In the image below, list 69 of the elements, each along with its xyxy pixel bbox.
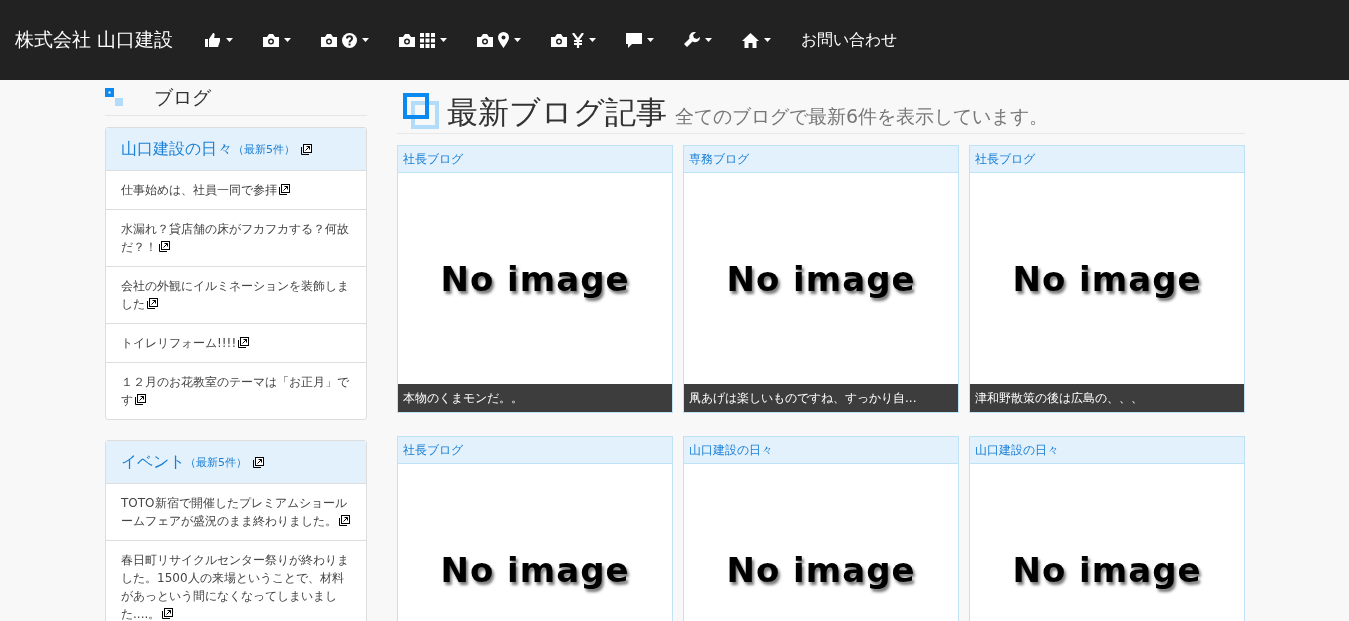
no-image-text: No image [726,258,916,299]
no-image-text: No image [726,549,916,590]
map-pin-icon [498,32,510,48]
post-card[interactable]: 社長ブログ No image 本物のくまモンだ。。 [397,145,673,413]
camera-icon [477,33,494,47]
camera-icon [321,33,338,47]
camera-icon [263,33,280,47]
camera-icon [399,33,416,47]
caret-icon [705,38,713,42]
blog-logo-icon [105,88,124,107]
no-image-text: No image [440,549,630,590]
question-icon [342,32,358,48]
post-caption: 津和野散策の後は広島の、、、 [970,384,1244,412]
external-link-icon [301,143,312,155]
brand-name[interactable]: 株式会社 山口建設 [15,27,174,53]
caret-icon [284,38,292,42]
category-label: 社長ブログ [398,437,672,464]
caret-icon [647,38,655,42]
post-count: （最新5件） [185,454,247,470]
nav-link[interactable]: お問い合わせ [786,15,913,65]
caret-icon [440,38,448,42]
page-subtitle: 全てのブログで最新6件を表示しています。 [675,104,1049,129]
post-link[interactable]: 春日町リサイクルセンター祭りが終わりました。1500人の来場ということで、材料があっという間になくなってしまいました....。 [106,541,366,621]
post-card[interactable]: 山口建設の日々 No image [969,436,1245,621]
post-card[interactable]: 山口建設の日々 No image [683,436,959,621]
camera-icon [551,33,568,47]
post-card[interactable]: 社長ブログ No image 津和野散策の後は広島の、、、 [969,145,1245,413]
post-link[interactable]: TOTO新宿で開催したプレミアムショールームフェアが盛況のまま終わりました。 [106,484,366,541]
caret-icon [362,38,370,42]
post-caption: 凧あげは楽しいものですね、すっかり自... [684,384,958,412]
post-link[interactable]: 水漏れ？貸店舗の床がフカフカする？何故だ？！ [106,210,366,267]
grid-icon [420,32,436,48]
category-label: 社長ブログ [970,146,1244,173]
category-label: 山口建設の日々 [684,437,958,464]
external-link-icon [159,241,170,252]
post-link[interactable]: 会社の外観にイルミネーションを装飾しました [106,267,366,324]
page-title: 最新ブログ記事 [447,93,667,132]
no-image-text: No image [440,258,630,299]
caret-icon [589,38,597,42]
no-image-text: No image [1012,258,1202,299]
caret-icon [226,38,234,42]
yen-icon [572,32,585,48]
caret-icon [514,38,522,42]
external-link-icon [279,184,290,195]
panel-title[interactable]: 山口建設の日々 [121,138,233,160]
no-image-text: No image [1012,549,1202,590]
post-card[interactable]: 社長ブログ No image [397,436,673,621]
comment-icon [626,32,643,48]
post-link[interactable]: 仕事始めは、社員一同で参拝 [106,171,366,210]
caret-icon [764,38,772,42]
category-label: 山口建設の日々 [970,437,1244,464]
external-link-icon [253,456,264,468]
external-link-icon [135,394,146,405]
post-count: （最新5件） [233,141,295,157]
article-logo-icon [403,92,439,129]
external-link-icon [147,298,158,309]
sidebar-heading: ブログ [154,84,211,110]
home-icon [742,32,760,48]
category-label: 専務ブログ [684,146,958,173]
thumbs-up-icon [205,33,222,47]
panel-title[interactable]: イベント [121,451,185,473]
wrench-icon [684,32,701,48]
post-card[interactable]: 専務ブログ No image 凧あげは楽しいものですね、すっかり自... [683,145,959,413]
category-label: 社長ブログ [398,146,672,173]
external-link-icon [238,337,250,348]
external-link-icon [339,515,350,526]
post-link[interactable]: １２月のお花教室のテーマは「お正月」です [106,363,366,419]
post-link[interactable]: トイレリフォーム!!!! [106,324,366,363]
post-caption: 本物のくまモンだ。。 [398,384,672,412]
